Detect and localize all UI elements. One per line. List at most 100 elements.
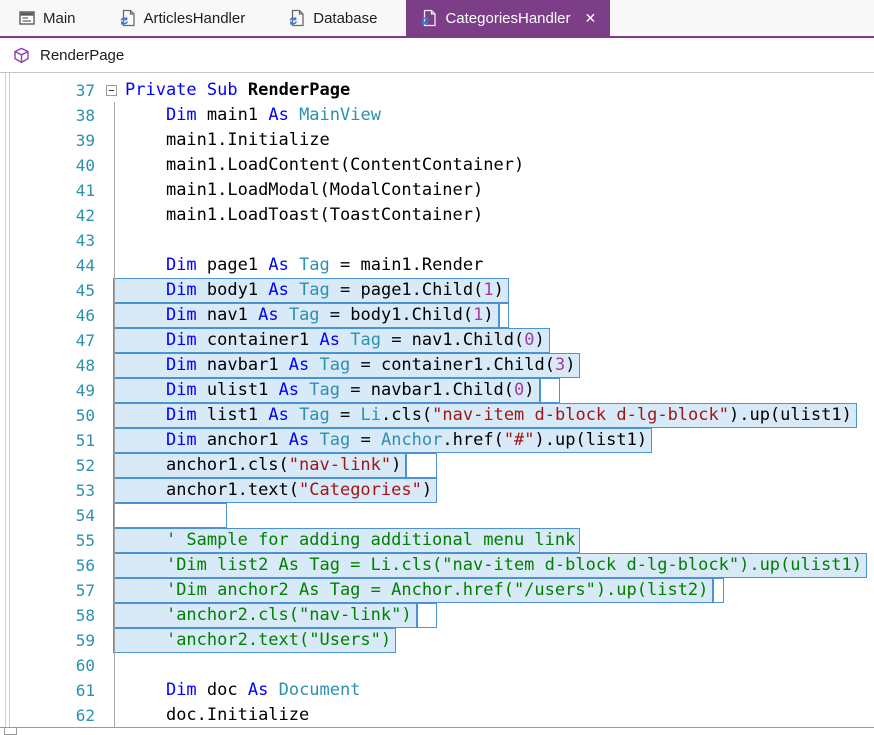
code-line[interactable]: 51 Dim anchor1 As Tag = Anchor.href("#")… bbox=[0, 428, 874, 453]
code-line-text: Dim page1 As Tag = main1.Render bbox=[165, 255, 484, 275]
code-line-text: 'Dim list2 As Tag = Li.cls("nav-item d-b… bbox=[113, 553, 874, 578]
outlining-margin bbox=[95, 128, 125, 153]
line-number[interactable]: 50 bbox=[0, 403, 95, 428]
editor-margin bbox=[5, 73, 10, 727]
line-number[interactable]: 41 bbox=[0, 178, 95, 203]
line-number[interactable]: 37 bbox=[0, 78, 95, 103]
line-number[interactable]: 58 bbox=[0, 603, 95, 628]
line-number[interactable]: 55 bbox=[0, 528, 95, 553]
code-line[interactable]: 53 anchor1.text("Categories") bbox=[0, 478, 874, 503]
code-line[interactable]: 49 Dim ulist1 As Tag = navbar1.Child(0) bbox=[0, 378, 874, 403]
line-number[interactable]: 52 bbox=[0, 453, 95, 478]
code-line[interactable]: 38 Dim main1 As MainView bbox=[0, 103, 874, 128]
code-line[interactable]: 48 Dim navbar1 As Tag = container1.Child… bbox=[0, 353, 874, 378]
code-line[interactable]: 59 'anchor2.text("Users") bbox=[0, 628, 874, 653]
line-number[interactable]: 46 bbox=[0, 303, 95, 328]
outlining-margin bbox=[95, 403, 125, 428]
selected-text: Dim list1 As Tag = Li.cls("nav-item d-bl… bbox=[113, 403, 857, 428]
code-line-text bbox=[113, 503, 874, 528]
code-editor[interactable]: 37 Private Sub RenderPage 38 Dim main1 As … bbox=[0, 73, 874, 727]
code-line[interactable]: 39 main1.Initialize bbox=[0, 128, 874, 153]
code-line[interactable]: 60 bbox=[0, 653, 874, 678]
selected-text: anchor1.cls("nav-link") bbox=[113, 453, 407, 478]
code-line[interactable]: 54 bbox=[0, 503, 874, 528]
line-number[interactable]: 59 bbox=[0, 628, 95, 653]
code-line[interactable]: 62 doc.Initialize bbox=[0, 703, 874, 727]
selected-text: anchor1.text("Categories") bbox=[113, 478, 438, 503]
line-number[interactable]: 54 bbox=[0, 503, 95, 528]
scrollbar-corner-box bbox=[4, 727, 17, 735]
code-line[interactable]: 61 Dim doc As Document bbox=[0, 678, 874, 703]
outlining-margin bbox=[95, 603, 125, 628]
line-number[interactable]: 62 bbox=[0, 703, 95, 727]
method-cube-icon bbox=[13, 47, 30, 64]
outlining-margin bbox=[95, 328, 125, 353]
line-number[interactable]: 44 bbox=[0, 253, 95, 278]
code-line[interactable]: 40 main1.LoadContent(ContentContainer) bbox=[0, 153, 874, 178]
line-number[interactable]: 45 bbox=[0, 278, 95, 303]
line-number[interactable]: 47 bbox=[0, 328, 95, 353]
code-line[interactable]: 42 main1.LoadToast(ToastContainer) bbox=[0, 203, 874, 228]
code-line-text: main1.Initialize bbox=[165, 130, 330, 150]
tab-main[interactable]: Main bbox=[4, 0, 90, 36]
selected-text: Dim body1 As Tag = page1.Child(1) bbox=[113, 278, 509, 303]
tab-label: ArticlesHandler bbox=[143, 9, 246, 27]
outlining-margin bbox=[95, 678, 125, 703]
code-line[interactable]: 43 bbox=[0, 228, 874, 253]
code-line-text: main1.LoadToast(ToastContainer) bbox=[165, 205, 484, 225]
code-line[interactable]: 44 Dim page1 As Tag = main1.Render bbox=[0, 253, 874, 278]
code-line-text: 'Dim anchor2 As Tag = Anchor.href("/user… bbox=[113, 578, 874, 603]
code-line-text: Dim ulist1 As Tag = navbar1.Child(0) bbox=[113, 378, 874, 403]
code-line[interactable]: 58 'anchor2.cls("nav-link") bbox=[0, 603, 874, 628]
outlining-margin bbox=[95, 303, 125, 328]
code-line-text: Dim container1 As Tag = nav1.Child(0) bbox=[113, 328, 874, 353]
line-number[interactable]: 40 bbox=[0, 153, 95, 178]
code-line-text: Dim anchor1 As Tag = Anchor.href("#").up… bbox=[113, 428, 874, 453]
outlining-margin bbox=[95, 578, 125, 603]
code-line-text: doc.Initialize bbox=[165, 705, 310, 725]
code-line[interactable]: 47 Dim container1 As Tag = nav1.Child(0) bbox=[0, 328, 874, 353]
close-icon[interactable]: ✕ bbox=[585, 11, 597, 25]
line-number[interactable]: 42 bbox=[0, 203, 95, 228]
code-line[interactable]: 46 Dim nav1 As Tag = body1.Child(1) bbox=[0, 303, 874, 328]
code-line[interactable]: 45 Dim body1 As Tag = page1.Child(1) bbox=[0, 278, 874, 303]
document-tab-bar: Main ArticlesHandler Database CategoriesHan… bbox=[0, 0, 874, 38]
code-line-text: Dim navbar1 As Tag = container1.Child(3) bbox=[113, 353, 874, 378]
code-line[interactable]: 50 Dim list1 As Tag = Li.cls("nav-item d… bbox=[0, 403, 874, 428]
line-number[interactable]: 53 bbox=[0, 478, 95, 503]
code-line[interactable]: 56 'Dim list2 As Tag = Li.cls("nav-item … bbox=[0, 553, 874, 578]
line-number[interactable]: 39 bbox=[0, 128, 95, 153]
breadcrumb-item-method[interactable]: RenderPage bbox=[13, 47, 124, 64]
line-number[interactable]: 48 bbox=[0, 353, 95, 378]
tab-database[interactable]: Database bbox=[274, 0, 391, 36]
line-number[interactable]: 60 bbox=[0, 653, 95, 678]
line-number[interactable]: 57 bbox=[0, 578, 95, 603]
tab-label: Main bbox=[43, 9, 76, 27]
code-line[interactable]: 52 anchor1.cls("nav-link") bbox=[0, 453, 874, 478]
selection-notch bbox=[539, 378, 560, 403]
breadcrumb: RenderPage bbox=[0, 38, 874, 73]
code-line[interactable]: 41 main1.LoadModal(ModalContainer) bbox=[0, 178, 874, 203]
code-line-text: 'anchor2.cls("nav-link") bbox=[113, 603, 874, 628]
line-number[interactable]: 38 bbox=[0, 103, 95, 128]
fold-collapse-icon[interactable] bbox=[106, 85, 117, 96]
code-line[interactable]: 37 Private Sub RenderPage bbox=[0, 78, 874, 103]
selected-text: Dim nav1 As Tag = body1.Child(1) bbox=[113, 303, 499, 328]
horizontal-scrollbar[interactable] bbox=[0, 727, 874, 735]
line-number[interactable]: 51 bbox=[0, 428, 95, 453]
line-number[interactable]: 61 bbox=[0, 678, 95, 703]
line-number[interactable]: 56 bbox=[0, 553, 95, 578]
code-line-text: Private Sub RenderPage bbox=[125, 80, 351, 100]
selected-text: 'Dim list2 As Tag = Li.cls("nav-item d-b… bbox=[113, 553, 867, 578]
outlining-margin bbox=[95, 78, 125, 103]
tab-articleshandler[interactable]: ArticlesHandler bbox=[105, 0, 260, 36]
code-line[interactable]: 57 'Dim anchor2 As Tag = Anchor.href("/u… bbox=[0, 578, 874, 603]
outlining-margin bbox=[95, 553, 125, 578]
tab-categorieshandler[interactable]: CategoriesHandler ✕ bbox=[406, 0, 611, 36]
line-number[interactable]: 49 bbox=[0, 378, 95, 403]
code-line-text: Dim list1 As Tag = Li.cls("nav-item d-bl… bbox=[113, 403, 874, 428]
outlining-margin bbox=[95, 228, 125, 253]
line-number[interactable]: 43 bbox=[0, 228, 95, 253]
code-line[interactable]: 55 ' Sample for adding additional menu l… bbox=[0, 528, 874, 553]
vb-file-icon bbox=[288, 9, 306, 27]
